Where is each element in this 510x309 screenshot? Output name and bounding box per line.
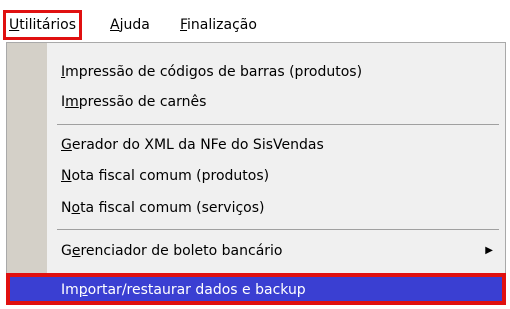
submenu-arrow-icon: ▶ <box>485 245 493 256</box>
label-post: ortar/restaurar dados e backup <box>87 282 306 298</box>
label-pre: G <box>61 243 72 259</box>
menu-finalizacao[interactable]: Finalização <box>180 12 257 38</box>
label-post: mpressão de códigos de barras (produtos) <box>65 64 363 80</box>
menu-item-nota-fiscal-servicos[interactable]: Nota fiscal comum (serviços) <box>7 194 505 222</box>
menu-ajuda-label: juda <box>119 17 150 33</box>
menu-item-label: Gerenciador de boleto bancário <box>61 237 282 265</box>
menu-separator <box>57 124 499 125</box>
label-pre: N <box>61 200 72 216</box>
label-post: ota fiscal comum (produtos) <box>71 168 270 184</box>
menu-item-label: Nota fiscal comum (serviços) <box>61 194 265 222</box>
menu-ajuda[interactable]: Ajuda <box>110 12 150 38</box>
label-accel: o <box>71 200 81 216</box>
menu-utilitarios[interactable]: Utilitários <box>3 10 82 40</box>
label-pre: Im <box>61 282 79 298</box>
menu-finalizacao-accel: F <box>180 17 188 33</box>
menu-item-label: Nota fiscal comum (produtos) <box>61 162 269 190</box>
label-accel: N <box>61 168 72 184</box>
menu-item-label: Impressão de carnês <box>61 88 206 116</box>
menu-bar: Utilitários Ajuda Finalização <box>0 0 510 44</box>
menu-item-gerador-xml-nfe[interactable]: Gerador do XML da NFe do SisVendas <box>7 131 505 159</box>
menu-item-label: Importar/restaurar dados e backup <box>61 277 306 303</box>
label-accel: p <box>78 282 88 298</box>
menu-item-label: Impressão de códigos de barras (produtos… <box>61 58 362 86</box>
menu-utilitarios-accel: U <box>9 17 20 33</box>
label-accel: G <box>61 137 72 153</box>
label-post: erador do XML da NFe do SisVendas <box>71 137 324 153</box>
menu-item-impressao-codigos-barras[interactable]: Impressão de códigos de barras (produtos… <box>7 58 505 86</box>
menu-item-importar-restaurar-backup[interactable]: Importar/restaurar dados e backup <box>7 277 505 303</box>
menu-item-nota-fiscal-produtos[interactable]: Nota fiscal comum (produtos) <box>7 162 505 190</box>
label-post: pressão de carnês <box>78 94 207 110</box>
label-accel: m <box>65 94 79 110</box>
menu-utilitarios-label: tilitários <box>19 17 76 33</box>
menu-ajuda-accel: A <box>110 17 120 33</box>
label-post: ta fiscal comum (serviços) <box>80 200 265 216</box>
menu-finalizacao-label: inalização <box>187 17 257 33</box>
utilitarios-dropdown-menu: Impressão de códigos de barras (produtos… <box>6 42 506 304</box>
menu-item-gerenciador-boleto[interactable]: Gerenciador de boleto bancário ▶ <box>7 237 505 265</box>
menu-separator <box>57 229 499 230</box>
label-post: renciador de boleto bancário <box>80 243 283 259</box>
menu-item-impressao-carnes[interactable]: Impressão de carnês <box>7 88 505 116</box>
menu-item-label: Gerador do XML da NFe do SisVendas <box>61 131 324 159</box>
